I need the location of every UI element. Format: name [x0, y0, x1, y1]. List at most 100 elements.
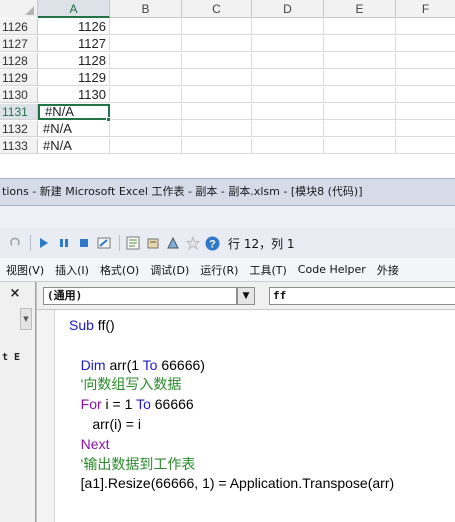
- cell-a-selected[interactable]: #N/A: [38, 104, 110, 120]
- cell-a[interactable]: 1129: [38, 70, 110, 86]
- cell-f[interactable]: [396, 121, 455, 137]
- cell-f[interactable]: [396, 104, 455, 120]
- row-header[interactable]: 1132: [0, 121, 38, 137]
- cell-a[interactable]: #N/A: [38, 121, 110, 137]
- cell-f[interactable]: [396, 19, 455, 35]
- cell-d[interactable]: [252, 138, 324, 154]
- code-editor[interactable]: Sub ff() Dim arr(1 To 66666) '向数组写入数据 Fo…: [69, 316, 394, 494]
- row-header[interactable]: 1126: [0, 19, 38, 35]
- cell-e[interactable]: [324, 138, 396, 154]
- cell-c[interactable]: [182, 138, 252, 154]
- code-text: [a1].Resize(66666, 1) = Application.Tran…: [80, 475, 395, 492]
- code-line: arr(i) = i: [69, 416, 141, 432]
- cell-b[interactable]: [110, 19, 182, 35]
- help-icon[interactable]: ?: [204, 235, 221, 252]
- row-header[interactable]: 1131: [0, 104, 38, 120]
- menu-debug[interactable]: 调试(D): [150, 262, 189, 278]
- column-header-f[interactable]: F: [396, 0, 455, 18]
- select-all-triangle-icon: [25, 6, 34, 15]
- cell-e[interactable]: [324, 19, 396, 35]
- run-icon[interactable]: [35, 235, 52, 252]
- cursor-position-indicator: 行 12，列 1: [228, 236, 295, 251]
- cell-d[interactable]: [252, 104, 324, 120]
- panel-scroll-button[interactable]: ▼: [20, 308, 32, 330]
- toolbox-icon[interactable]: [184, 235, 201, 252]
- cell-e[interactable]: [324, 36, 396, 52]
- cell-d[interactable]: [252, 53, 324, 69]
- cell-d[interactable]: [252, 121, 324, 137]
- cell-d[interactable]: [252, 70, 324, 86]
- cell-d[interactable]: [252, 19, 324, 35]
- cell-c[interactable]: [182, 36, 252, 52]
- code-keyword: To: [142, 356, 158, 373]
- cell-c[interactable]: [182, 121, 252, 137]
- row-header[interactable]: 1133: [0, 138, 38, 154]
- cell-e[interactable]: [324, 53, 396, 69]
- row-header[interactable]: 1129: [0, 70, 38, 86]
- project-explorer-icon[interactable]: [124, 235, 141, 252]
- stop-icon[interactable]: [75, 235, 92, 252]
- cell-f[interactable]: [396, 87, 455, 103]
- column-header-e[interactable]: E: [324, 0, 396, 18]
- sheet-row: 1128 1128: [0, 53, 455, 69]
- cell-d[interactable]: [252, 36, 324, 52]
- cell-f[interactable]: [396, 70, 455, 86]
- cell-b[interactable]: [110, 87, 182, 103]
- column-header-b[interactable]: B: [110, 0, 182, 18]
- fill-handle[interactable]: [106, 117, 111, 122]
- cell-a[interactable]: 1127: [38, 36, 110, 52]
- menu-view[interactable]: 视图(V): [6, 262, 44, 278]
- menu-insert[interactable]: 插入(I): [55, 262, 89, 278]
- cell-f[interactable]: [396, 138, 455, 154]
- menu-code-helper[interactable]: Code Helper: [298, 263, 366, 276]
- menu-tools[interactable]: 工具(T): [249, 262, 286, 278]
- cell-b[interactable]: [110, 138, 182, 154]
- code-margin-bar[interactable]: [37, 310, 55, 522]
- select-all-corner[interactable]: [0, 0, 38, 18]
- design-mode-icon[interactable]: [95, 235, 112, 252]
- column-header-c[interactable]: C: [182, 0, 252, 18]
- pause-icon[interactable]: [55, 235, 72, 252]
- cell-f[interactable]: [396, 36, 455, 52]
- column-header-a[interactable]: A: [38, 0, 110, 18]
- menu-addins[interactable]: 外接: [377, 262, 399, 278]
- cell-c[interactable]: [182, 19, 252, 35]
- cell-c[interactable]: [182, 87, 252, 103]
- menu-format[interactable]: 格式(O): [100, 262, 139, 278]
- row-header[interactable]: 1130: [0, 87, 38, 103]
- cell-c[interactable]: [182, 53, 252, 69]
- object-dropdown[interactable]: (通用): [43, 287, 237, 305]
- cell-e[interactable]: [324, 121, 396, 137]
- cell-f[interactable]: [396, 53, 455, 69]
- cell-b[interactable]: [110, 53, 182, 69]
- cell-c[interactable]: [182, 70, 252, 86]
- cell-e[interactable]: [324, 87, 396, 103]
- cell-b[interactable]: [110, 36, 182, 52]
- excel-worksheet: A B C D E F 1126 1126 1127 1127 1128 112…: [0, 0, 455, 178]
- cell-b[interactable]: [110, 121, 182, 137]
- cell-a[interactable]: #N/A: [38, 138, 110, 154]
- procedure-dropdown[interactable]: ff: [269, 287, 455, 305]
- cell-d[interactable]: [252, 87, 324, 103]
- close-icon[interactable]: ×: [4, 285, 26, 303]
- row-header[interactable]: 1128: [0, 53, 38, 69]
- cell-c[interactable]: [182, 104, 252, 120]
- redo-icon[interactable]: [6, 235, 23, 252]
- sheet-row: 1127 1127: [0, 36, 455, 52]
- cell-e[interactable]: [324, 70, 396, 86]
- cell-a[interactable]: 1126: [38, 19, 110, 35]
- row-header[interactable]: 1127: [0, 36, 38, 52]
- menu-run[interactable]: 运行(R): [200, 262, 238, 278]
- properties-window-icon[interactable]: [144, 235, 161, 252]
- code-comment: '向数组写入数据: [80, 376, 182, 393]
- cell-e[interactable]: [324, 104, 396, 120]
- cell-a[interactable]: 1128: [38, 53, 110, 69]
- cell-a[interactable]: 1130: [38, 87, 110, 103]
- sheet-row: 1130 1130: [0, 87, 455, 103]
- cell-b[interactable]: [110, 70, 182, 86]
- cell-b[interactable]: [110, 104, 182, 120]
- object-browser-icon[interactable]: [164, 235, 181, 252]
- project-explorer-panel: × ▼ t E: [0, 282, 36, 522]
- chevron-down-icon[interactable]: ▼: [237, 287, 255, 305]
- column-header-d[interactable]: D: [252, 0, 324, 18]
